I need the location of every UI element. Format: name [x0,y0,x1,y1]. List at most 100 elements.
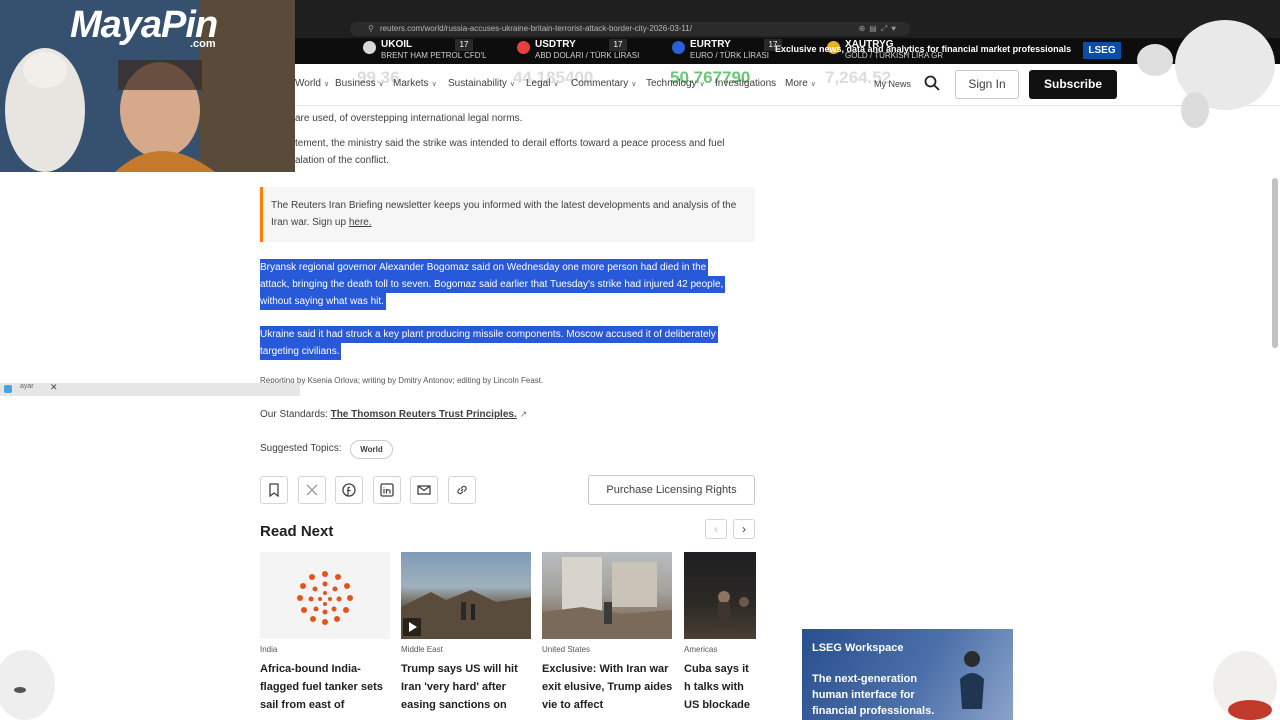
lseg-logo[interactable]: LSEG [1083,42,1121,59]
card-title[interactable]: Exclusive: With Iran war exit elusive, T… [542,660,674,714]
card-title[interactable]: Cuba says it h talks with US blockade [684,660,756,714]
cat-sticker [0,650,55,720]
tradingview-icon: 17 [609,39,627,51]
email-icon [417,485,431,495]
chevron-down-icon: ∨ [810,81,816,88]
save-button[interactable] [260,476,288,504]
carousel-prev-button[interactable]: ‹ [705,519,727,539]
stream-widget-bar: ayar ✕ [0,382,300,396]
cat-sticker [1213,651,1277,720]
ticker-subtitle: BRENT HAM PETROL CFD'L [381,51,487,60]
search-icon[interactable] [924,75,940,91]
standards-label: Our Standards: [260,409,328,420]
usd-flag-icon [517,41,530,54]
share-facebook-button[interactable] [335,476,363,504]
oil-drop-icon [363,41,376,54]
card-title[interactable]: Trump says US will hit Iran 'very hard' … [401,660,533,714]
lseg-workspace-ad[interactable]: LSEG Workspace The next-generation human… [802,629,1013,720]
chevron-down-icon: ∨ [378,81,384,88]
card-thumbnail [542,552,672,639]
market-ticker: UKOIL BRENT HAM PETROL CFD'L 17 USDTRY A… [295,38,1280,64]
linkedin-icon [380,483,394,497]
subscribe-button[interactable]: Subscribe [1029,70,1117,99]
nav-label: Markets [393,78,429,89]
widget-label: ayar [20,383,34,390]
selected-text-line: without saying what was hit. [260,293,386,310]
link-icon [457,485,467,495]
address-bar-icons[interactable]: ⊕▤⤢♥ [859,22,900,36]
share-x-button[interactable] [298,476,326,504]
read-next-card[interactable]: Americas Cuba says it h talks with US bl… [684,552,756,720]
close-icon[interactable]: ✕ [50,382,58,393]
mayapin-logo-suffix: .com [190,38,216,50]
nav-label: Technology [646,78,697,89]
ticker-symbol: UKOIL [381,39,413,50]
my-news-link[interactable]: My News [874,79,911,89]
copy-link-button[interactable] [448,476,476,504]
nav-more[interactable]: More ∨ [785,78,816,89]
share-email-button[interactable] [410,476,438,504]
chevron-down-icon: ∨ [509,81,516,88]
topic-chip-world[interactable]: World [350,440,393,459]
card-category: Americas [684,645,718,654]
article-paragraph: tement, the ministry said the strike was… [295,138,725,149]
carousel-next-button[interactable]: › [733,519,755,539]
nav-sustainability[interactable]: Sustainability ∨ [448,78,515,89]
chevron-down-icon: ∨ [553,81,559,88]
card-category: United States [542,645,591,654]
nav-technology[interactable]: Technology ∨ [646,78,705,89]
nav-investigations[interactable]: Investigations [715,78,776,89]
card-thumbnail [401,552,531,639]
ad-title: LSEG Workspace [812,642,904,654]
site-info-icon[interactable]: ⚲ [368,22,374,36]
x-logo-icon [306,484,318,496]
chevron-right-icon: › [742,522,746,536]
widget-icon [4,385,12,393]
address-bar[interactable]: ⚲ reuters.com/world/russia-accuses-ukrai… [350,22,910,36]
video-play-icon[interactable] [403,618,421,636]
card-thumbnail [684,552,756,639]
newsletter-signup-link[interactable]: here. [349,217,372,228]
ticker-subtitle: EURO / TÜRK LİRASI [690,51,769,60]
standards-line: Our Standards: The Thomson Reuters Trust… [260,409,527,420]
nav-label: Commentary [571,78,629,89]
eur-flag-icon [672,41,685,54]
reuters-logo-icon [297,571,353,625]
nav-label: Sustainability [448,78,507,89]
newsletter-promo-copy: The Reuters Iran Briefing newsletter kee… [271,200,737,228]
nav-world[interactable]: World ∨ [295,78,329,89]
card-category: Middle East [401,645,443,654]
bookmark-icon [269,483,279,497]
facebook-icon [342,483,356,497]
nav-legal[interactable]: Legal ∨ [526,78,559,89]
nav-markets[interactable]: Markets ∨ [393,78,437,89]
newsletter-promo-text: The Reuters Iran Briefing newsletter kee… [271,197,746,231]
ad-copy: The next-generation human interface for … [812,673,935,717]
card-title[interactable]: Africa-bound India-flagged fuel tanker s… [260,660,392,714]
purchase-licensing-button[interactable]: Purchase Licensing Rights [588,475,755,505]
nav-business[interactable]: Business ∨ [335,78,384,89]
page-scrollbar[interactable] [1272,178,1278,348]
nav-label: Investigations [715,78,777,89]
ad-person-illustration [960,651,984,709]
screen: ☆ ⚲ reuters.com/world/russia-accuses-ukr… [0,0,1280,720]
share-linkedin-button[interactable] [373,476,401,504]
nav-commentary[interactable]: Commentary ∨ [571,78,636,89]
article-paragraph: are used, of overstepping international … [295,113,523,124]
chevron-down-icon: ∨ [699,81,705,88]
chevron-left-icon: ‹ [714,522,718,536]
ticker-symbol: EURTRY [690,39,731,50]
selected-text-line: Ukraine said it had struck a key plant p… [260,326,718,343]
external-link-icon: ↗ [519,409,528,419]
lseg-promo-text[interactable]: Exclusive news, data and analytics for f… [775,44,1071,54]
webcam-overlay: MayaPin .com [0,0,295,172]
read-next-heading: Read Next [260,523,334,540]
article-paragraph: alation of the conflict. [295,155,389,166]
ticker-subtitle: ABD DOLARI / TÜRK LİRASI [535,51,640,60]
site-navigation: 99.36 44.185400 50.767790 7,264.52 World… [295,64,1280,106]
sign-in-button[interactable]: Sign In [955,70,1019,99]
suggested-topics-label: Suggested Topics: [260,443,342,454]
chevron-down-icon: ∨ [431,81,437,88]
trust-principles-link[interactable]: The Thomson Reuters Trust Principles. [331,409,517,420]
selected-text-line: Bryansk regional governor Alexander Bogo… [260,259,709,276]
